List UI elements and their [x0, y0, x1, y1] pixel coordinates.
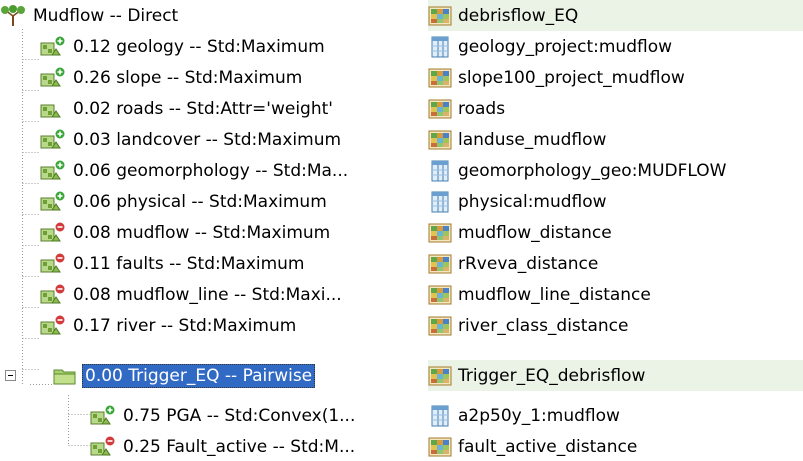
node-label: 0.12 geology -- Std:Maximum: [73, 37, 325, 57]
node-label: 0.06 geomorphology -- Std:Ma...: [73, 161, 349, 181]
table-dataset-icon: [428, 191, 452, 213]
collapse-toggle-icon[interactable]: [5, 370, 16, 381]
dataset-name: geology_project:mudflow: [458, 37, 672, 57]
node-label: 0.25 Fault_active -- Std:M...: [123, 437, 356, 457]
dataset-name: roads: [458, 99, 506, 119]
raster-dataset-icon: [428, 365, 452, 387]
tree-node[interactable]: 0.11 faults -- Std:Maximum rRveva_distanc…: [0, 248, 803, 278]
dataset-name: mudflow_distance: [458, 223, 612, 243]
folder-icon: [52, 364, 78, 388]
tree-node[interactable]: 0.12 geology -- Std:Maximum geology_proje…: [0, 31, 803, 61]
dataset-name: physical:mudflow: [458, 192, 607, 212]
tree-node[interactable]: 0.08 mudflow -- Std:Maximum mudflow_dista…: [0, 217, 803, 247]
table-dataset-icon: [428, 36, 452, 58]
tree-child-node[interactable]: 0.75 PGA -- Std:Convex(1... a2p50y_1:mudf…: [0, 400, 803, 430]
node-label: 0.08 mudflow_line -- Std:Maxi...: [73, 285, 342, 305]
raster-dataset-icon: [428, 129, 452, 151]
node-label: 0.17 river -- Std:Maximum: [73, 316, 297, 336]
tree-group-node[interactable]: 0.00 Trigger_EQ -- Pairwise Trigger_EQ_de…: [0, 360, 803, 391]
criterion-benefit-icon: [40, 35, 66, 59]
raster-dataset-icon: [428, 253, 452, 275]
criterion-cost-icon: [40, 283, 66, 307]
raster-dataset-icon: [428, 436, 452, 458]
node-label: 0.00 Trigger_EQ -- Pairwise: [82, 364, 316, 388]
table-dataset-icon: [428, 405, 452, 427]
tree-node[interactable]: 0.08 mudflow_line -- Std:Maxi... mudflow_…: [0, 279, 803, 309]
tree-node[interactable]: 0.06 geomorphology -- Std:Ma... geomorpho…: [0, 155, 803, 185]
node-label: 0.75 PGA -- Std:Convex(1...: [123, 406, 356, 426]
tree-node[interactable]: 0.03 landcover -- Std:Maximum landuse_mud…: [0, 124, 803, 154]
criteria-tree: Mudflow -- Direct debrisflow_EQ 0.12 geolo…: [0, 0, 803, 457]
tree-node[interactable]: 0.17 river -- Std:Maximum river_class_dis…: [0, 310, 803, 340]
criterion-benefit-icon: [40, 190, 66, 214]
dataset-name: debrisflow_EQ: [458, 6, 579, 26]
criterion-icon: [40, 97, 66, 121]
node-label: 0.11 faults -- Std:Maximum: [73, 254, 305, 274]
criterion-cost-icon: [40, 221, 66, 245]
dataset-name: a2p50y_1:mudflow: [458, 406, 620, 426]
criterion-cost-icon: [90, 435, 116, 459]
dataset-name: rRveva_distance: [458, 254, 599, 274]
raster-dataset-icon: [428, 315, 452, 337]
raster-dataset-icon: [428, 5, 452, 27]
node-label: Mudflow -- Direct: [33, 6, 179, 26]
dataset-name: mudflow_line_distance: [458, 285, 651, 305]
node-label: 0.02 roads -- Std:Attr='weight': [73, 99, 333, 119]
criterion-cost-icon: [40, 314, 66, 338]
criterion-benefit-icon: [90, 404, 116, 428]
node-label: 0.03 landcover -- Std:Maximum: [73, 130, 342, 150]
tree-icon: [0, 4, 26, 28]
table-dataset-icon: [428, 160, 452, 182]
dataset-name: geomorphology_geo:MUDFLOW: [458, 161, 727, 181]
dataset-name: fault_active_distance: [458, 437, 638, 457]
dataset-name: river_class_distance: [458, 316, 629, 336]
raster-dataset-icon: [428, 284, 452, 306]
tree-node[interactable]: 0.02 roads -- Std:Attr='weight' roads: [0, 93, 803, 123]
tree-root-node[interactable]: Mudflow -- Direct debrisflow_EQ: [0, 0, 803, 31]
node-label: 0.26 slope -- Std:Maximum: [73, 68, 303, 88]
dataset-name: Trigger_EQ_debrisflow: [458, 366, 646, 386]
tree-node[interactable]: 0.06 physical -- Std:Maximum physical:mud…: [0, 186, 803, 216]
criterion-cost-icon: [40, 252, 66, 276]
raster-dataset-icon: [428, 67, 452, 89]
criterion-benefit-icon: [40, 128, 66, 152]
tree-child-node[interactable]: 0.25 Fault_active -- Std:M... fault_activ…: [0, 431, 803, 461]
node-label: 0.08 mudflow -- Std:Maximum: [73, 223, 331, 243]
node-label: 0.06 physical -- Std:Maximum: [73, 192, 327, 212]
dataset-name: slope100_project_mudflow: [458, 68, 685, 88]
raster-dataset-icon: [428, 222, 452, 244]
dataset-name: landuse_mudflow: [458, 130, 607, 150]
tree-node[interactable]: 0.26 slope -- Std:Maximum slope100_projec…: [0, 62, 803, 92]
raster-dataset-icon: [428, 98, 452, 120]
criterion-benefit-icon: [40, 159, 66, 183]
criterion-benefit-icon: [40, 66, 66, 90]
